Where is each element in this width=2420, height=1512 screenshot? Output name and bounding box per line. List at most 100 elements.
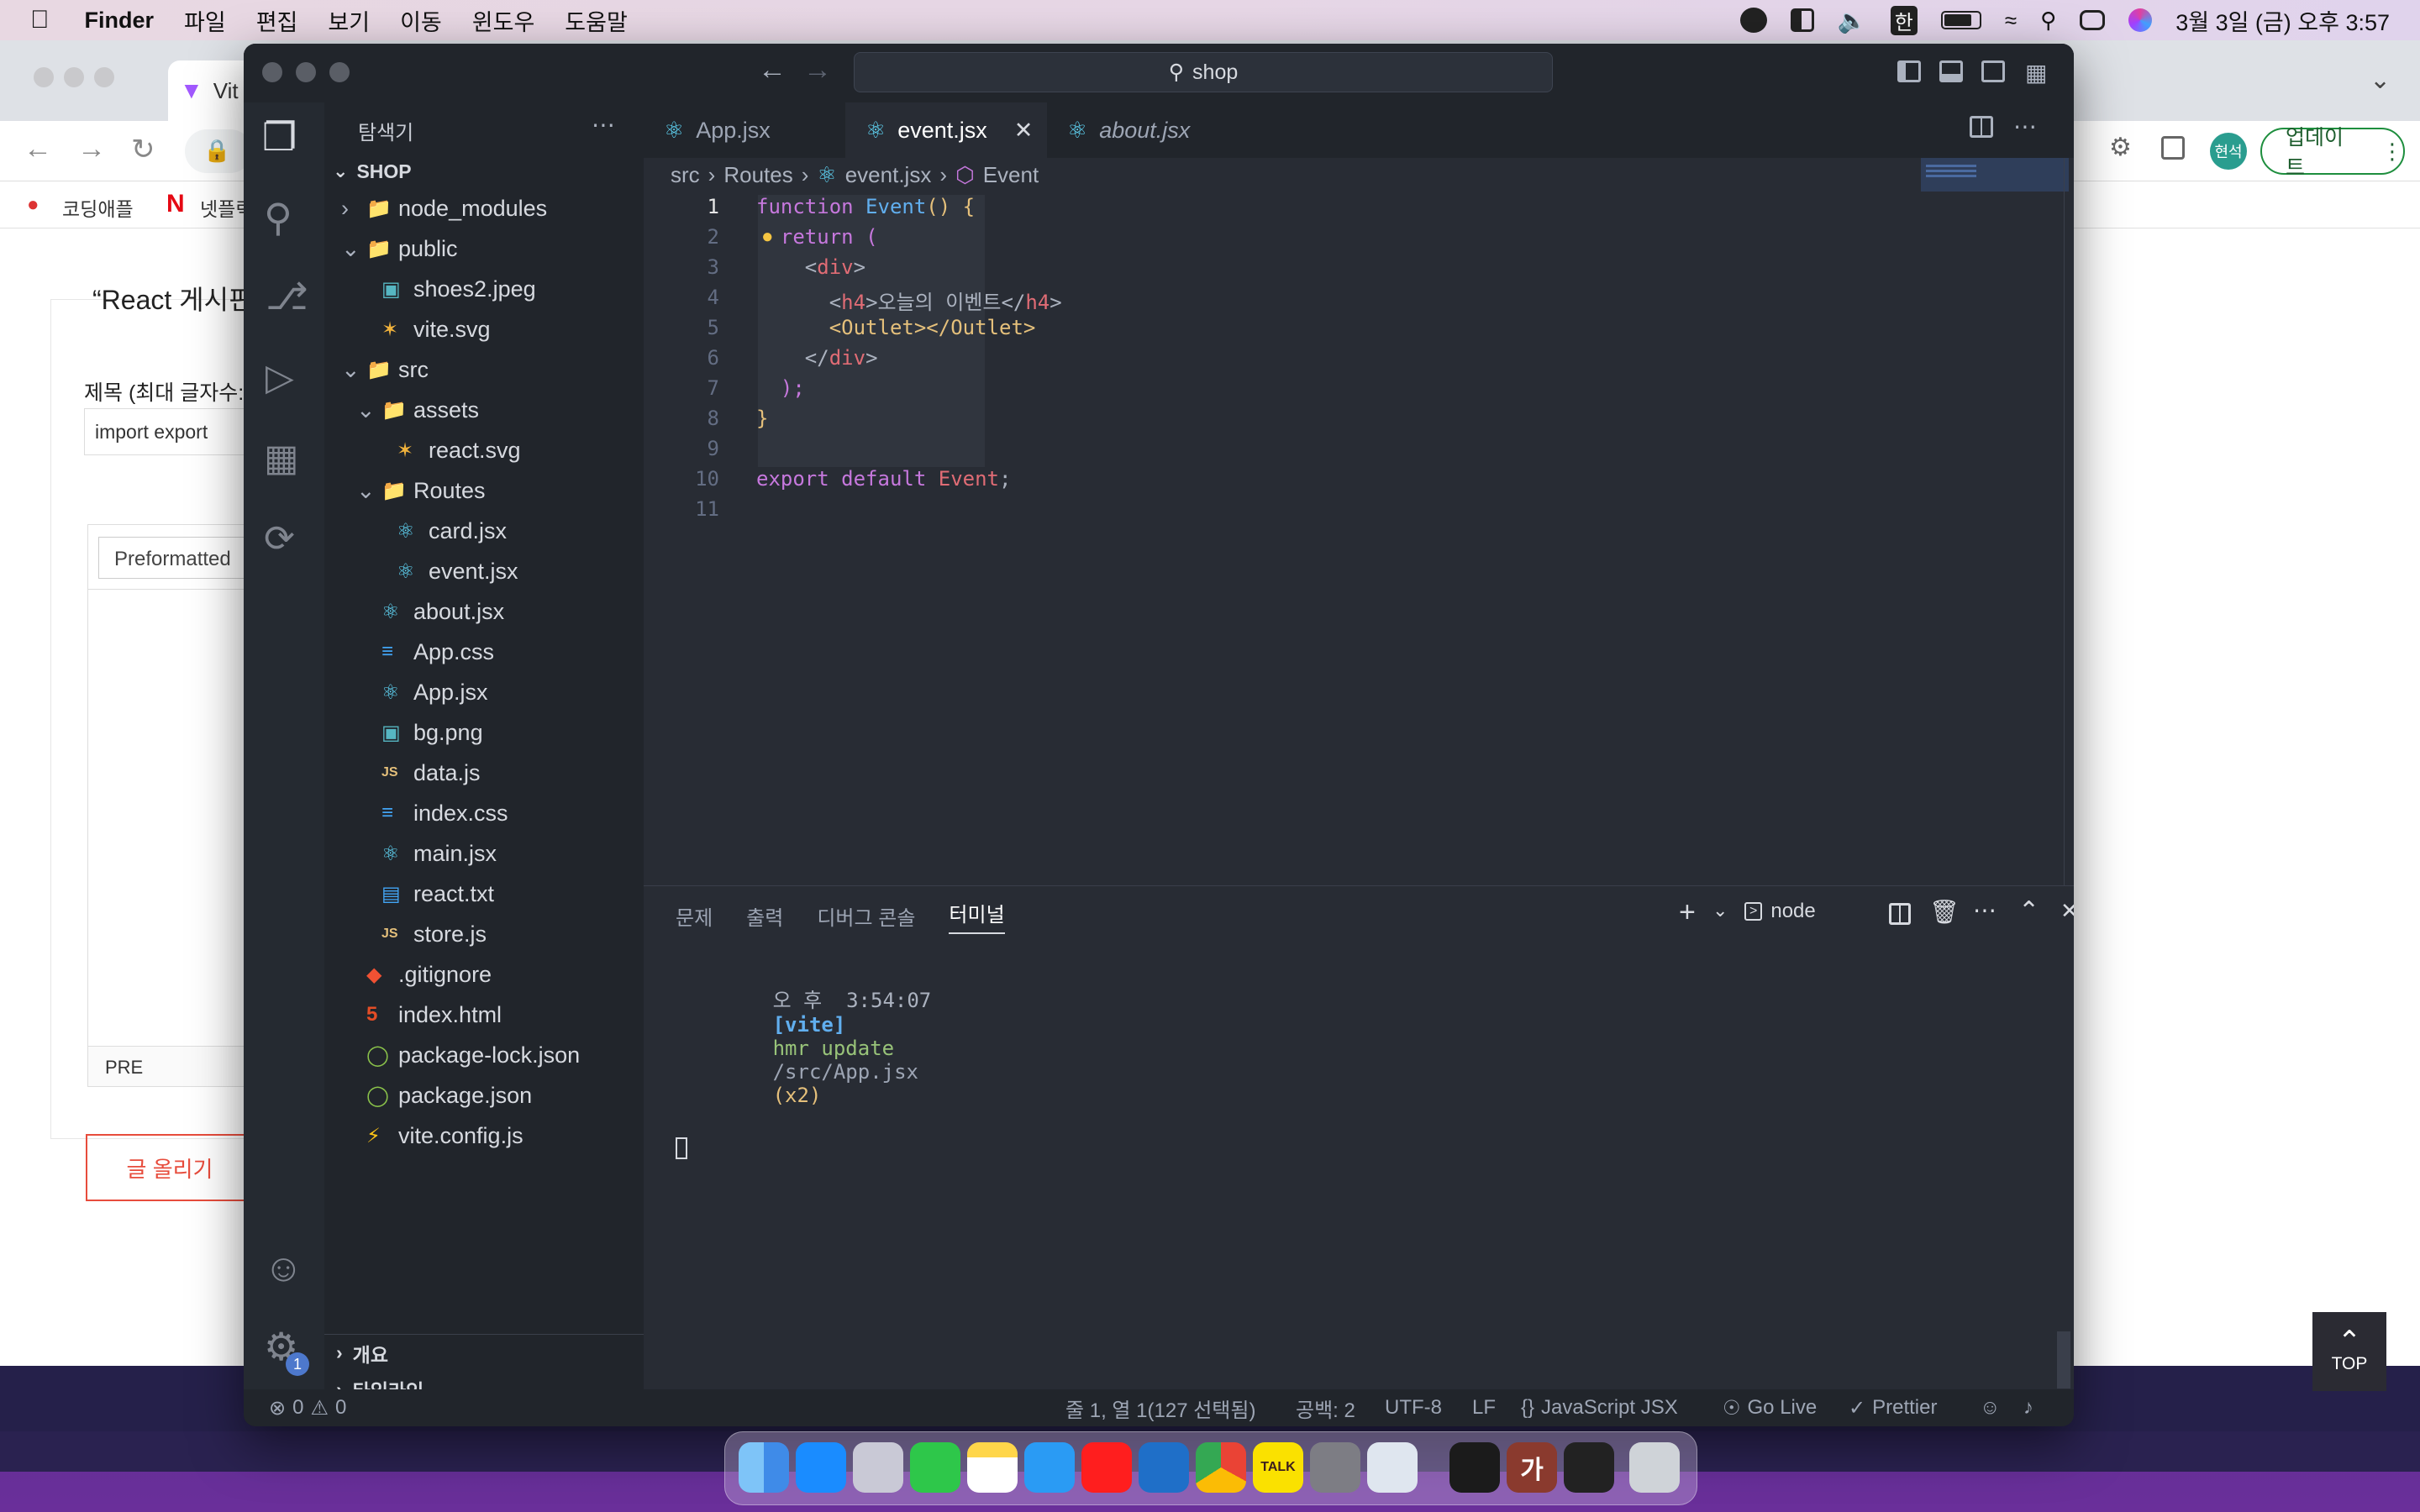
panel-more-icon[interactable]: ⋯ [1973,896,1996,924]
panel-tab-output[interactable]: 출력 [746,901,783,931]
tree-item[interactable]: ≡ index.css [324,795,508,832]
tree-item[interactable]: ⌄ 📁 src [324,351,429,388]
toggle-secondary-sidebar-icon[interactable] [1981,60,2005,82]
title-input[interactable]: import export [84,408,252,455]
toggle-primary-sidebar-icon[interactable] [1897,60,1921,82]
terminal-scrollbar[interactable] [2057,1331,2070,1389]
tree-item[interactable]: ▣ bg.png [324,714,483,751]
command-center-search[interactable]: ⚲ shop [854,52,1553,92]
vscode-zoom-button[interactable] [329,62,350,82]
address-bar[interactable]: 🔒 [185,129,252,173]
profile-avatar[interactable]: 현석 [2210,133,2247,170]
spotlight-icon[interactable]: ⚲ [2040,8,2056,34]
sidebar-app-icon[interactable] [1790,8,1814,32]
tree-item[interactable]: › 📁 node_modules [324,190,547,227]
minimap[interactable] [1921,158,2074,885]
tree-item[interactable]: JS store.js [324,916,487,953]
language-mode[interactable]: {} JavaScript JSX [1521,1389,1678,1426]
split-terminal-icon[interactable] [1889,903,1911,925]
editor-scrollbar[interactable] [2064,158,2074,885]
dictionary-icon[interactable]: 가 [1507,1442,1557,1493]
tree-item[interactable]: ⚛ App.jsx [324,674,488,711]
menu-view[interactable]: 보기 [313,4,385,37]
extensions-icon[interactable]: ▦ [264,437,299,480]
tree-item[interactable]: JS data.js [324,754,481,791]
terminal-output[interactable]: 오 후 3:54:07 [vite] hmr update /src/App.j… [676,960,2020,1363]
preview-icon[interactable] [1367,1442,1418,1493]
encoding[interactable]: UTF-8 [1385,1389,1442,1426]
terminal-shell-selector[interactable]: > node [1744,900,1816,923]
panel-tab-debug-console[interactable]: 디버그 콘솔 [817,901,915,931]
terminal-icon[interactable] [1449,1442,1500,1493]
new-terminal-icon[interactable]: + [1679,896,1696,929]
tree-item[interactable]: ✶ vite.svg [324,311,491,348]
chrome-icon[interactable] [1196,1442,1246,1493]
browser-minimize-button[interactable] [64,67,84,87]
browser-close-button[interactable] [34,67,54,87]
tree-item[interactable]: ≡ App.css [324,633,494,670]
apple-icon[interactable]:  [0,6,65,34]
vscode-icon[interactable] [1139,1442,1189,1493]
tree-item[interactable]: ⚛ event.jsx [324,553,518,590]
tree-item[interactable]: ⚡ vite.config.js [324,1117,523,1154]
vscode-minimize-button[interactable] [296,62,316,82]
end-of-line[interactable]: LF [1472,1389,1496,1426]
editor-more-icon[interactable]: ⋯ [2013,113,2037,140]
tree-item[interactable]: ✶ react.svg [324,432,521,469]
tree-item[interactable]: ⚛ main.jsx [324,835,497,872]
feedback-icon[interactable]: ☺ [1980,1389,2001,1426]
youtube-music-icon[interactable] [1081,1442,1132,1493]
messenger-status-icon[interactable] [1739,8,1767,33]
workspace-root[interactable]: ⌄ SHOP [324,153,644,190]
tree-item[interactable]: ▤ react.txt [324,875,494,912]
trash-icon[interactable]: 🗑 [1929,898,1960,926]
indentation[interactable]: 공백: 2 [1296,1389,1355,1426]
close-panel-icon[interactable]: ✕ [2060,898,2074,924]
submit-button[interactable]: 글 올리기 [86,1134,254,1201]
explorer-more-icon[interactable]: ⋯ [592,111,615,139]
tab-app-jsx[interactable]: ⚛ App.jsx [644,102,845,158]
cursor-position[interactable]: 줄 1, 열 1(127 선택됨) [1065,1389,1255,1426]
outline-section[interactable]: › 개요 [324,1334,644,1371]
tree-item[interactable]: ⚛ about.jsx [324,593,504,630]
maximize-panel-icon[interactable]: ⌃ [2018,896,2039,926]
code-editor[interactable]: src › Routes › ⚛ event.jsx › ⬡ Event ● 1… [644,158,2074,885]
menu-finder[interactable]: Finder [65,8,170,34]
tree-item[interactable]: ◯ package-lock.json [324,1037,580,1074]
breadcrumb-symbol[interactable]: Event [983,162,1039,188]
notes-icon[interactable] [967,1442,1018,1493]
trash-icon[interactable] [1629,1442,1680,1493]
volume-icon[interactable]: 🔈 [1838,7,1867,34]
forward-icon[interactable]: → [77,133,106,165]
breadcrumb-src[interactable]: src [671,162,700,188]
search-icon[interactable]: ⚲ [264,195,292,240]
siri-icon[interactable] [2128,8,2153,32]
tree-item[interactable]: ▣ shoes2.jpeg [324,270,536,307]
back-icon[interactable]: ← [24,133,52,165]
menu-help[interactable]: 도움말 [550,4,643,37]
source-control-icon[interactable]: ⎇ [266,276,308,318]
nav-back-icon[interactable]: ← [758,54,786,87]
battery-icon[interactable] [1940,11,1981,29]
launchpad-icon[interactable] [853,1442,903,1493]
notifications-bell-icon[interactable]: ♪ [2023,1389,2033,1426]
facetime-icon[interactable] [910,1442,960,1493]
update-button[interactable]: 업데이트 ⋮ [2260,126,2405,180]
tree-item[interactable]: 5 index.html [324,996,502,1033]
safari-icon[interactable] [1024,1442,1075,1493]
tree-item[interactable]: ⌄ 📁 Routes [324,472,486,509]
bookmark-codingapple[interactable]: 코딩애플 [62,193,134,222]
git-graph-icon[interactable]: ⟳ [264,517,295,560]
control-center-icon[interactable] [2080,10,2106,30]
run-debug-icon[interactable]: ▷ [266,356,294,399]
go-live[interactable]: ☉ Go Live [1723,1389,1817,1426]
wifi-icon[interactable]: ≈ [2005,8,2017,34]
tree-item[interactable]: ⌄ 📁 assets [324,391,479,428]
screen-recorder-icon[interactable] [1564,1442,1614,1493]
nav-forward-icon[interactable]: → [803,54,832,87]
menu-edit[interactable]: 편집 [241,4,313,37]
close-icon[interactable]: ✕ [1014,118,1034,144]
side-panel-icon[interactable] [2161,136,2185,160]
breadcrumb-file[interactable]: event.jsx [845,162,932,188]
format-select[interactable]: Preformatted [98,537,258,579]
